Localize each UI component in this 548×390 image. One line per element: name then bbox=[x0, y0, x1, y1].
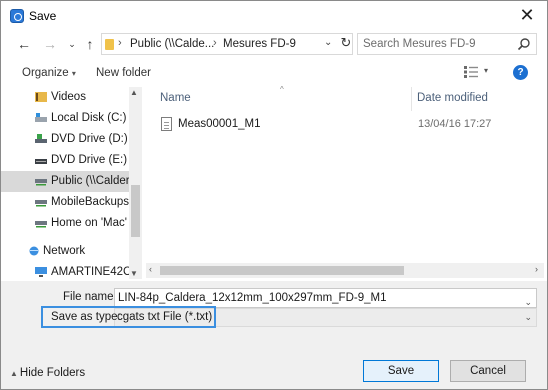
dvd-drive-icon bbox=[35, 159, 47, 164]
sidebar-item-label: Home on 'Mac' ( bbox=[51, 217, 134, 229]
file-row[interactable]: Meas00001_M1 13/04/16 17:27 bbox=[156, 115, 536, 135]
sidebar-item-videos[interactable]: Videos bbox=[1, 87, 129, 108]
file-name: Meas00001_M1 bbox=[178, 118, 261, 130]
sidebar-item-network[interactable]: Network bbox=[1, 241, 129, 262]
sidebar-item-dvd-e[interactable]: DVD Drive (E:) CI bbox=[1, 150, 142, 171]
sidebar-item-mobilebackups[interactable]: MobileBackups c bbox=[1, 192, 138, 213]
up-arrow-icon[interactable]: ↑ bbox=[81, 35, 99, 53]
window-title: Save bbox=[29, 9, 57, 23]
sidebar-item-amartine42c[interactable]: AMARTINE42C bbox=[1, 262, 132, 279]
scroll-down-icon[interactable]: ▼ bbox=[130, 269, 138, 278]
sidebar-item-label: MobileBackups c bbox=[51, 196, 138, 208]
breadcrumb-mesures[interactable]: Mesures FD-9 bbox=[223, 38, 296, 50]
sidebar-item-label: Local Disk (C:) bbox=[51, 112, 127, 124]
save-type-highlight-box bbox=[41, 306, 216, 328]
local-disk-icon bbox=[35, 113, 47, 122]
command-toolbar: Organize ▾ New folder ▾ ? bbox=[1, 61, 547, 85]
horizontal-scrollbar[interactable]: ‹ › bbox=[146, 263, 544, 278]
breadcrumb-separator-icon[interactable]: › bbox=[118, 37, 122, 49]
title-bar: Save ✕ bbox=[1, 1, 547, 31]
refresh-icon[interactable]: ↻ bbox=[338, 35, 354, 53]
view-options-icon[interactable] bbox=[464, 66, 478, 78]
organize-dropdown-icon: ▾ bbox=[71, 69, 76, 78]
sidebar-item-label: AMARTINE42C bbox=[51, 266, 132, 278]
app-icon bbox=[10, 9, 24, 23]
breadcrumb-public[interactable]: Public (\\Calde... bbox=[130, 38, 214, 50]
file-name-dropdown-icon[interactable]: ⌄ bbox=[524, 293, 532, 307]
hide-folders-toggle[interactable]: ▲ Hide Folders bbox=[10, 367, 85, 379]
sidebar-item-label: Videos bbox=[51, 91, 86, 103]
view-dropdown-icon[interactable]: ▾ bbox=[484, 66, 488, 75]
cancel-button[interactable]: Cancel bbox=[450, 360, 526, 382]
save-options-panel: File name: LIN-84p_Caldera_12x12mm_100x2… bbox=[1, 281, 547, 389]
navigation-pane-scrollbar[interactable]: ▲ ▼ bbox=[129, 87, 142, 279]
hide-folders-label: Hide Folders bbox=[19, 367, 86, 379]
back-arrow-icon[interactable]: ← bbox=[15, 35, 33, 53]
organize-label: Organize bbox=[22, 67, 69, 79]
file-date-modified: 13/04/16 17:27 bbox=[418, 118, 492, 130]
sidebar-item-public[interactable]: Public (\\Caldera bbox=[1, 171, 136, 192]
network-drive-icon bbox=[35, 179, 47, 186]
computer-icon bbox=[35, 267, 47, 277]
sidebar-item-home-mac[interactable]: Home on 'Mac' ( bbox=[1, 213, 134, 234]
sidebar-item-dvd-d[interactable]: DVD Drive (D:) J_ bbox=[1, 129, 142, 150]
dvd-drive-icon bbox=[35, 134, 47, 143]
network-icon bbox=[29, 246, 39, 256]
search-input[interactable]: Search Mesures FD-9 bbox=[357, 33, 537, 55]
navigation-pane: Videos Local Disk (C:) DVD Drive (D:) J_… bbox=[1, 87, 142, 279]
scroll-right-icon[interactable]: › bbox=[535, 264, 538, 274]
file-name-label: File name: bbox=[63, 291, 117, 303]
sidebar-item-label: Public (\\Caldera bbox=[51, 175, 137, 187]
address-dropdown-icon[interactable]: ⌄ bbox=[324, 37, 332, 48]
scroll-left-icon[interactable]: ‹ bbox=[149, 264, 152, 274]
close-button[interactable]: ✕ bbox=[515, 5, 539, 27]
scrollbar-thumb[interactable] bbox=[131, 185, 140, 237]
help-icon[interactable]: ? bbox=[513, 65, 528, 80]
organize-button[interactable]: Organize ▾ bbox=[22, 67, 76, 79]
sidebar-item-local-disk[interactable]: Local Disk (C:) bbox=[1, 108, 129, 129]
recent-locations-chevron-icon[interactable]: ⌄ bbox=[63, 35, 81, 53]
videos-folder-icon bbox=[35, 92, 47, 102]
column-header-date-modified[interactable]: Date modified bbox=[417, 92, 488, 104]
save-type-dropdown-icon[interactable]: ⌄ bbox=[524, 312, 532, 323]
address-bar[interactable]: › Public (\\Calde... › Mesures FD-9 ⌄ ↻ bbox=[101, 33, 353, 55]
navigation-bar: ← → ⌄ ↑ › Public (\\Calde... › Mesures F… bbox=[1, 32, 547, 58]
file-name-field[interactable]: LIN-84p_Caldera_12x12mm_100x297mm_FD-9_M… bbox=[114, 288, 537, 308]
folder-icon bbox=[105, 39, 114, 50]
network-drive-icon bbox=[35, 221, 47, 228]
forward-arrow-icon[interactable]: → bbox=[41, 35, 59, 53]
sort-caret-icon: ^ bbox=[280, 85, 284, 94]
scroll-up-icon[interactable]: ▲ bbox=[130, 88, 138, 97]
scrollbar-thumb[interactable] bbox=[160, 266, 404, 275]
save-dialog: Save ✕ ← → ⌄ ↑ › Public (\\Calde... › Me… bbox=[0, 0, 548, 390]
save-button[interactable]: Save bbox=[363, 360, 439, 382]
search-icon[interactable] bbox=[517, 37, 531, 51]
new-folder-button[interactable]: New folder bbox=[96, 67, 151, 79]
search-placeholder: Search Mesures FD-9 bbox=[363, 38, 476, 50]
sidebar-item-label: Network bbox=[43, 245, 86, 257]
text-file-icon bbox=[161, 117, 172, 131]
column-divider[interactable] bbox=[411, 87, 412, 111]
file-name-value: LIN-84p_Caldera_12x12mm_100x297mm_FD-9_M… bbox=[118, 292, 387, 304]
breadcrumb-separator-icon[interactable]: › bbox=[213, 37, 217, 49]
network-drive-icon bbox=[35, 200, 47, 207]
file-list: ^ Name Date modified Meas00001_M1 13/04/… bbox=[146, 85, 544, 279]
caret-up-icon: ▲ bbox=[10, 369, 18, 378]
column-header-name[interactable]: Name bbox=[160, 92, 191, 104]
